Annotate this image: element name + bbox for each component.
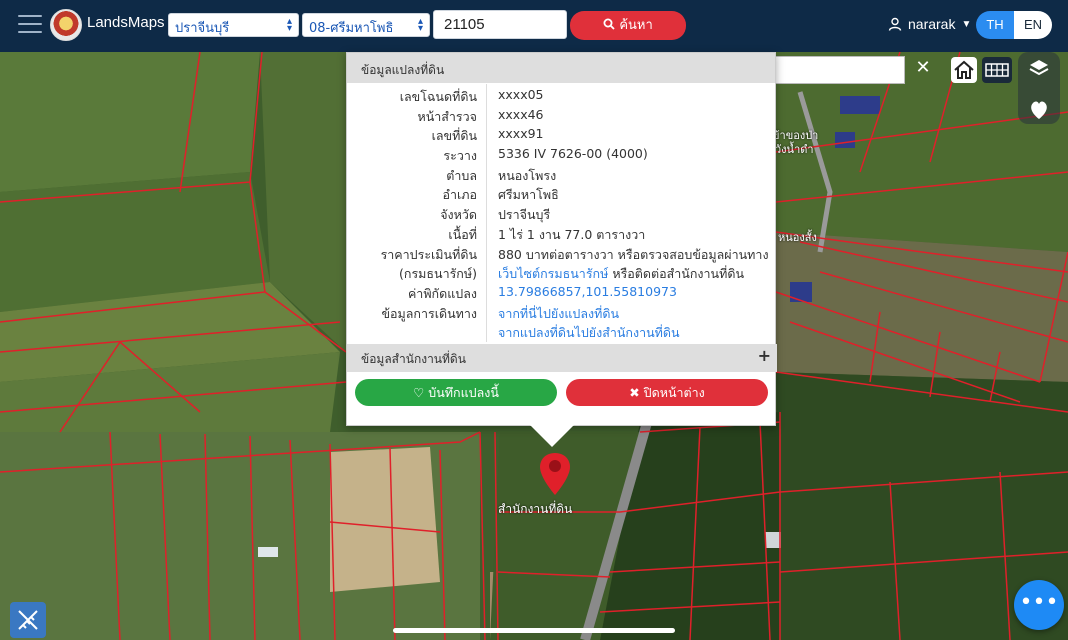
info-row: ราคาประเมินที่ดิน 880 บาทต่อตารางวา หรือต… [347, 242, 777, 262]
lang-en-button[interactable]: EN [1014, 11, 1052, 39]
info-row: เลขโฉนดที่ดิน xxxx05 [347, 84, 777, 104]
district-select[interactable]: 08-ศรีมหาโพธิ ▴ ▾ [302, 13, 430, 37]
more-dots-icon: ••• [1019, 590, 1059, 615]
land-office-section-title: ข้อมูลสำนักงานที่ดิน [361, 352, 466, 366]
province-select-value: ปราจีนบุรี [175, 21, 230, 36]
search-icon [603, 18, 615, 30]
app-brand: LandsMaps [87, 14, 165, 31]
save-parcel-label: บันทึกแปลงนี้ [428, 385, 499, 400]
district-select-value: 08-ศรีมหาโพธิ [309, 21, 394, 36]
updown-chevron-icon: ▴ ▾ [286, 16, 292, 34]
close-icon: ✖ [629, 385, 640, 400]
treasury-website-link[interactable]: เว็บไซต์กรมธนารักษ์ [498, 266, 608, 281]
ruler-icon [18, 610, 38, 630]
hamburger-menu-icon[interactable] [18, 15, 42, 35]
heart-outline-icon: ♡ [413, 385, 425, 400]
parcel-info-table: เลขโฉนดที่ดิน xxxx05 หน้าสำรวจ xxxx46 เลขท… [347, 84, 777, 340]
top-navigation-bar: LandsMaps ปราจีนบุรี ▴ ▾ 08-ศรีมหาโพธิ ▴ ▾… [0, 0, 1068, 52]
popup-title: ข้อมูลแปลงที่ดิน [347, 53, 775, 83]
popup-pointer [530, 425, 574, 447]
info-row: หน้าสำรวจ xxxx46 [347, 104, 777, 124]
info-value: 5336 IV 7626-00 (4000) [498, 146, 648, 162]
info-row: เนื้อที่ 1 ไร่ 1 งาน 77.0 ตารางวา [347, 222, 777, 242]
home-icon [954, 60, 974, 79]
lang-th-button[interactable]: TH [976, 11, 1014, 39]
location-pin-icon[interactable] [537, 451, 573, 497]
landsmaps-logo [50, 9, 82, 41]
user-menu[interactable]: nararak ▼ [888, 16, 971, 32]
info-row: จังหวัด ปราจีนบุรี [347, 202, 777, 222]
info-row: ตำบล หนองโพรง [347, 163, 777, 183]
info-value: xxxx46 [498, 106, 544, 122]
home-indicator-bar [393, 628, 675, 633]
map-place-label: หนองสั้ง [778, 231, 817, 244]
measure-tool-button[interactable] [10, 602, 46, 638]
grid-icon [985, 63, 1009, 77]
search-button[interactable]: ค้นหา [570, 11, 686, 40]
marker-label: สำนักงานที่ดิน [498, 502, 573, 516]
parcel-number-input[interactable]: 21105 [433, 10, 567, 39]
info-value-rest: หรือติดต่อสำนักงานที่ดิน [608, 266, 744, 282]
grid-button[interactable] [982, 57, 1012, 83]
info-row: จากแปลงที่ดินไปยังสำนักงานที่ดิน [347, 320, 777, 340]
heart-icon[interactable] [1018, 92, 1060, 128]
close-window-button[interactable]: ✖ ปิดหน้าต่าง [566, 379, 768, 406]
plus-icon[interactable]: + [758, 346, 771, 365]
info-value: xxxx91 [498, 126, 544, 142]
info-row: ข้อมูลการเดินทาง จากที่นี่ไปยังแปลงที่ดิน [347, 301, 777, 321]
directions-to-office-link[interactable]: จากแปลงที่ดินไปยังสำนักงานที่ดิน [498, 323, 680, 343]
username: nararak [908, 16, 956, 32]
map-place-label: วังน้ำดำ [775, 143, 814, 156]
coordinates-link[interactable]: 13.79866857,101.55810973 [498, 284, 677, 299]
save-parcel-button[interactable]: ♡ บันทึกแปลงนี้ [355, 379, 557, 406]
province-select[interactable]: ปราจีนบุรี ▴ ▾ [168, 13, 299, 37]
layers-icon[interactable] [1018, 52, 1060, 88]
more-options-button[interactable]: ••• [1014, 580, 1064, 630]
info-row: (กรมธนารักษ์) เว็บไซต์กรมธนารักษ์ หรือติด… [347, 261, 777, 281]
updown-chevron-icon: ▴ ▾ [417, 16, 423, 34]
close-window-label: ปิดหน้าต่าง [643, 385, 705, 400]
chevron-down-icon: ▼ [961, 18, 972, 30]
info-row: อำเภอ ศรีมหาโพธิ [347, 182, 777, 202]
info-row: เลขที่ดิน xxxx91 [347, 123, 777, 143]
info-value: xxxx05 [498, 87, 544, 102]
home-button[interactable] [951, 57, 977, 83]
language-toggle: TH EN [976, 11, 1052, 39]
land-office-section-header[interactable]: ข้อมูลสำนักงานที่ดิน + [347, 344, 777, 372]
search-button-label: ค้นหา [619, 18, 653, 33]
info-row: ระวาง 5336 IV 7626-00 (4000) [347, 143, 777, 163]
user-icon [888, 17, 902, 31]
close-icon[interactable]: ✕ [912, 57, 934, 79]
parcel-info-popup: ข้อมูลแปลงที่ดิน เลขโฉนดที่ดิน xxxx05 หน้… [346, 52, 777, 426]
info-row: ค่าพิกัดแปลง 13.79866857,101.55810973 [347, 281, 777, 301]
map-side-panel [1018, 52, 1060, 124]
